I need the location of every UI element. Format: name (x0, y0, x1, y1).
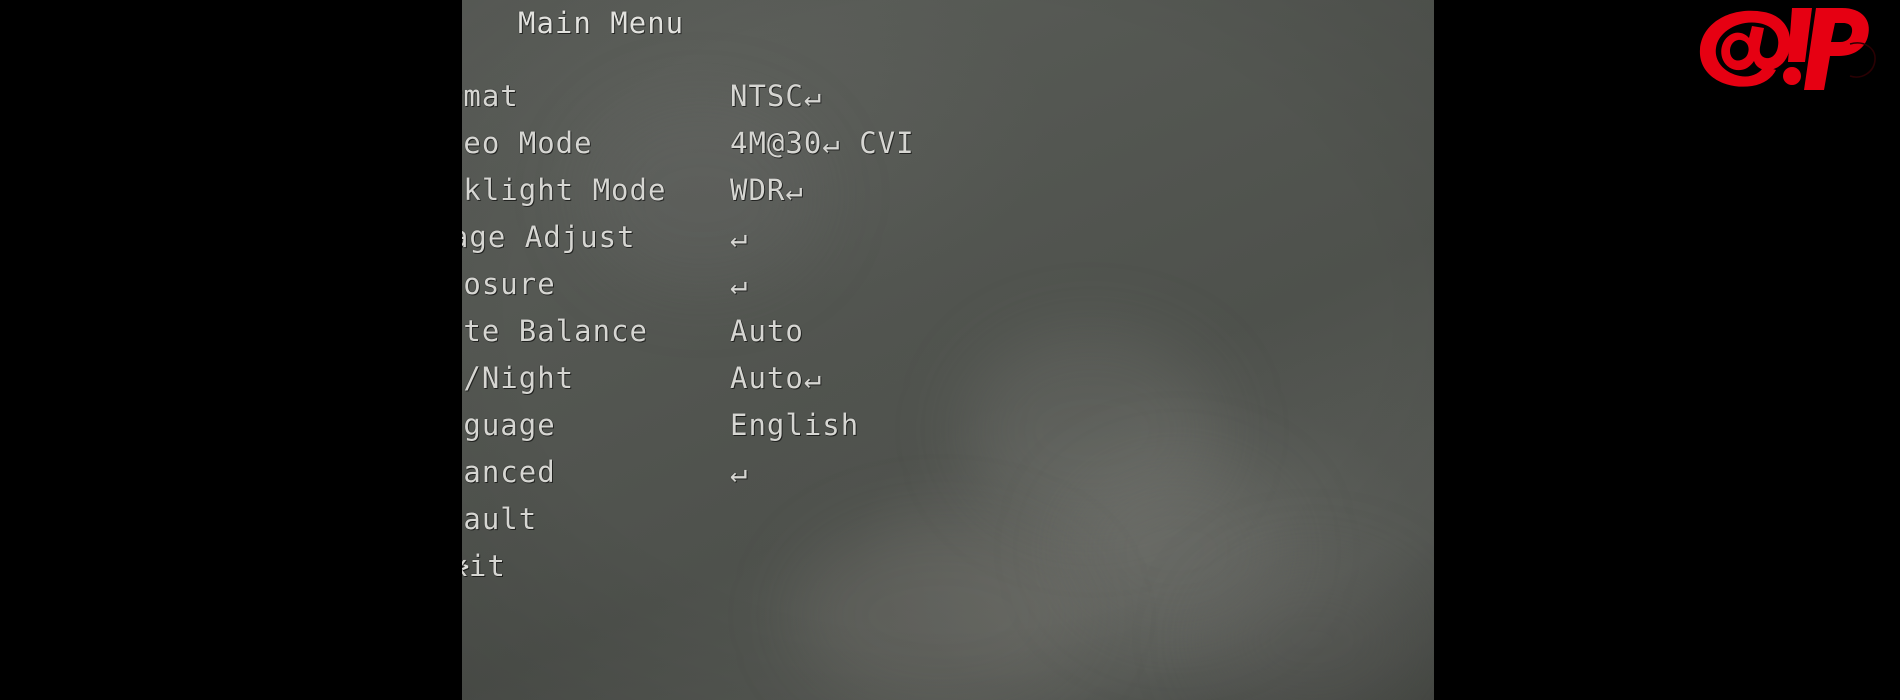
osd-row-backlight-mode[interactable]: Backlight Mode WDR↵ (462, 166, 1434, 213)
osd-label-format: Format (462, 78, 519, 113)
osd-row-language[interactable]: Language English (462, 401, 1434, 448)
screenshot-root: Main Menu Format NTSC↵ Video Mode 4M@30↵… (0, 0, 1900, 700)
osd-row-day-night[interactable]: Day/Night Auto↵ (462, 354, 1434, 401)
osd-value-format: NTSC↵ (730, 78, 823, 113)
osd-value-exposure: ↵ (730, 266, 749, 301)
osd-value-backlight-mode: WDR↵ (730, 172, 804, 207)
osd-row-image-adjust[interactable]: Image Adjust ↵ (462, 213, 1434, 260)
osd-label-image-adjust: Image Adjust (462, 219, 636, 254)
osd-label-exit: Exit (462, 548, 506, 583)
osd-value-advanced: ↵ (730, 454, 749, 489)
osd-value-white-balance: Auto (730, 313, 804, 348)
osd-row-format[interactable]: Format NTSC↵ (462, 72, 1434, 119)
osd-label-default: Default (462, 501, 538, 536)
osd-menu-list: Format NTSC↵ Video Mode 4M@30↵ CVI Backl… (462, 72, 1434, 589)
camera-video-feed: Main Menu Format NTSC↵ Video Mode 4M@30↵… (462, 0, 1434, 700)
osd-label-backlight-mode: Backlight Mode (462, 172, 667, 207)
osd-label-white-balance: White Balance (462, 313, 648, 348)
osd-row-default[interactable]: Default (462, 495, 1434, 542)
osd-label-language: Language (462, 407, 556, 442)
osd-value-language: English (730, 407, 860, 442)
osd-row-exit[interactable]: > Exit (462, 542, 1434, 589)
osd-label-day-night: Day/Night (462, 360, 575, 395)
osd-label-advanced: Advanced (462, 454, 556, 489)
osd-row-advanced[interactable]: Advanced ↵ (462, 448, 1434, 495)
osd-value-video-mode: 4M@30↵ CVI (730, 125, 915, 160)
osd-row-white-balance[interactable]: White Balance Auto (462, 307, 1434, 354)
osd-row-exposure[interactable]: Exposure ↵ (462, 260, 1434, 307)
osd-menu: Main Menu Format NTSC↵ Video Mode 4M@30↵… (462, 0, 1434, 700)
osd-value-image-adjust: ↵ (730, 219, 749, 254)
brand-logo (1692, 4, 1882, 96)
osd-value-day-night: Auto↵ (730, 360, 823, 395)
osd-title: Main Menu (518, 6, 685, 40)
osd-label-video-mode: Video Mode (462, 125, 593, 160)
osd-row-video-mode[interactable]: Video Mode 4M@30↵ CVI (462, 119, 1434, 166)
osd-label-exposure: Exposure (462, 266, 556, 301)
